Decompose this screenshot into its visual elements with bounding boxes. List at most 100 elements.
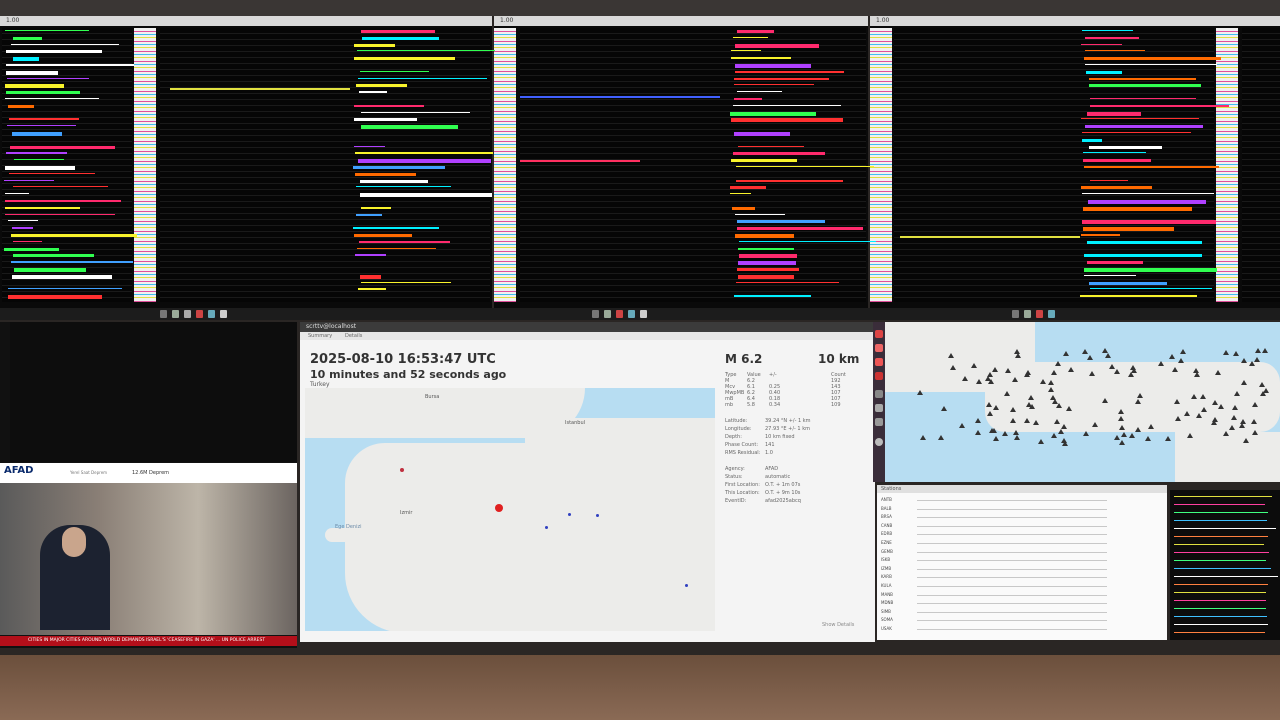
station-triangle-icon[interactable] [1211, 400, 1218, 406]
station-triangle-icon[interactable] [1135, 427, 1142, 433]
station-triangle-icon[interactable] [1251, 418, 1258, 424]
station-triangle-icon[interactable] [1048, 387, 1055, 393]
station-triangle-icon[interactable] [1135, 399, 1142, 405]
station-triangle-icon[interactable] [992, 404, 999, 410]
station-marker[interactable] [400, 468, 404, 472]
app-icon[interactable] [208, 310, 215, 318]
dock-icon[interactable] [875, 438, 883, 446]
station-triangle-icon[interactable] [1158, 360, 1165, 366]
station-triangle-icon[interactable] [970, 362, 977, 368]
station-triangle-icon[interactable] [1027, 395, 1034, 401]
station-triangle-icon[interactable] [1061, 440, 1068, 446]
station-marker[interactable] [685, 584, 688, 587]
station-triangle-icon[interactable] [1129, 364, 1136, 370]
station-triangle-icon[interactable] [1118, 440, 1125, 446]
station-triangle-icon[interactable] [976, 379, 983, 385]
station-marker[interactable] [568, 513, 571, 516]
station-triangle-icon[interactable] [948, 352, 955, 358]
station-triangle-icon[interactable] [1128, 432, 1135, 438]
station-triangle-icon[interactable] [989, 428, 996, 434]
station-triangle-icon[interactable] [1231, 414, 1238, 420]
station-triangle-icon[interactable] [992, 367, 999, 373]
station-triangle-icon[interactable] [985, 375, 992, 381]
station-triangle-icon[interactable] [1191, 393, 1198, 399]
station-triangle-icon[interactable] [986, 401, 993, 407]
station-triangle-icon[interactable] [1186, 433, 1193, 439]
station-triangle-icon[interactable] [1222, 349, 1229, 355]
station-triangle-icon[interactable] [1061, 423, 1068, 429]
station-triangle-icon[interactable] [1192, 367, 1199, 373]
station-triangle-icon[interactable] [1255, 347, 1262, 353]
station-triangle-icon[interactable] [1010, 417, 1017, 423]
station-triangle-icon[interactable] [1229, 425, 1236, 431]
station-triangle-icon[interactable] [1011, 377, 1018, 383]
station-triangle-icon[interactable] [1054, 418, 1061, 424]
dock-icon[interactable] [875, 372, 883, 380]
station-triangle-icon[interactable] [961, 375, 968, 381]
station-triangle-icon[interactable] [1248, 361, 1255, 367]
station-triangle-icon[interactable] [1066, 405, 1073, 411]
station-triangle-icon[interactable] [993, 435, 1000, 441]
station-triangle-icon[interactable] [1120, 432, 1127, 438]
station-triangle-icon[interactable] [1013, 434, 1020, 440]
app-icon[interactable] [1036, 310, 1043, 318]
station-triangle-icon[interactable] [986, 411, 993, 417]
station-triangle-icon[interactable] [917, 390, 924, 396]
station-triangle-icon[interactable] [1233, 351, 1240, 357]
show-details-link[interactable]: Show Details [822, 622, 854, 628]
station-triangle-icon[interactable] [1004, 391, 1011, 397]
dock-icon[interactable] [875, 344, 883, 352]
station-triangle-icon[interactable] [1004, 368, 1011, 374]
station-triangle-icon[interactable] [1087, 355, 1094, 361]
station-triangle-icon[interactable] [1252, 430, 1259, 436]
station-triangle-icon[interactable] [1128, 371, 1135, 377]
app-icon[interactable] [196, 310, 203, 318]
event-map[interactable]: Bursa Istanbul Izmir Ege Denizi [305, 388, 715, 631]
station-triangle-icon[interactable] [1101, 398, 1108, 404]
station-triangle-icon[interactable] [920, 434, 927, 440]
station-triangle-icon[interactable] [1050, 433, 1057, 439]
station-triangle-icon[interactable] [1259, 390, 1266, 396]
station-triangle-icon[interactable] [1050, 370, 1057, 376]
app-icon[interactable] [592, 310, 599, 318]
station-triangle-icon[interactable] [1196, 413, 1203, 419]
station-triangle-icon[interactable] [1169, 354, 1176, 360]
station-triangle-icon[interactable] [1105, 353, 1112, 359]
station-triangle-icon[interactable] [1217, 404, 1224, 410]
station-triangle-icon[interactable] [1261, 348, 1268, 354]
station-triangle-icon[interactable] [1113, 435, 1120, 441]
app-icon[interactable] [220, 310, 227, 318]
station-triangle-icon[interactable] [1028, 403, 1035, 409]
dock-icon[interactable] [875, 358, 883, 366]
station-triangle-icon[interactable] [1175, 415, 1182, 421]
station-triangle-icon[interactable] [1113, 368, 1120, 374]
tab-details[interactable]: Details [345, 333, 362, 339]
station-triangle-icon[interactable] [950, 365, 957, 371]
station-triangle-icon[interactable] [1102, 348, 1109, 354]
station-triangle-icon[interactable] [1049, 395, 1056, 401]
station-triangle-icon[interactable] [1057, 429, 1064, 435]
station-triangle-icon[interactable] [1067, 366, 1074, 372]
station-triangle-icon[interactable] [1082, 348, 1089, 354]
station-triangle-icon[interactable] [1211, 417, 1218, 423]
station-network-map[interactable] [885, 322, 1280, 482]
station-triangle-icon[interactable] [1089, 371, 1096, 377]
station-triangle-icon[interactable] [1239, 418, 1246, 424]
station-marker[interactable] [596, 514, 599, 517]
station-triangle-icon[interactable] [1259, 381, 1266, 387]
station-triangle-icon[interactable] [1118, 409, 1125, 415]
station-triangle-icon[interactable] [1223, 431, 1230, 437]
app-icon[interactable] [1048, 310, 1055, 318]
app-icon[interactable] [604, 310, 611, 318]
station-triangle-icon[interactable] [1001, 430, 1008, 436]
station-triangle-icon[interactable] [1145, 435, 1152, 441]
station-triangle-icon[interactable] [1251, 402, 1258, 408]
station-triangle-icon[interactable] [1118, 424, 1125, 430]
station-triangle-icon[interactable] [1241, 358, 1248, 364]
station-triangle-icon[interactable] [1010, 406, 1017, 412]
dock-icon[interactable] [875, 404, 883, 412]
dock-icon[interactable] [875, 418, 883, 426]
station-triangle-icon[interactable] [1118, 415, 1125, 421]
app-icon[interactable] [616, 310, 623, 318]
station-triangle-icon[interactable] [941, 405, 948, 411]
